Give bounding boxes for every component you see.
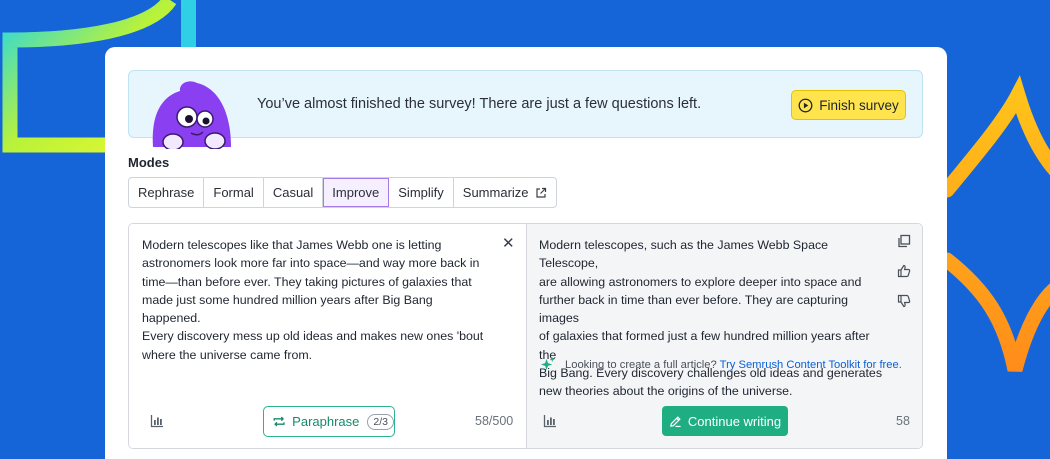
text-line: further back in time than ever before. T…: [539, 292, 849, 326]
copy-icon[interactable]: [897, 234, 913, 251]
paraphrase-count-badge: 2/3: [367, 413, 394, 430]
mode-formal[interactable]: Formal: [204, 178, 264, 207]
pencil-icon: [669, 415, 681, 427]
bar-chart-icon[interactable]: [150, 414, 164, 428]
survey-message: You’ve almost finished the survey! There…: [257, 96, 702, 112]
text-line: new theories about the origins of the un…: [539, 384, 793, 399]
toolkit-prompt-text: Looking to create a full article?: [565, 358, 717, 371]
mode-casual[interactable]: Casual: [263, 178, 324, 207]
output-text[interactable]: Modern telescopes, such as the James Web…: [539, 236, 889, 401]
mode-label: Rephrase: [138, 185, 195, 200]
paraphrase-label: Paraphrase: [292, 414, 360, 429]
toolkit-link[interactable]: Try Semrush Content Toolkit for free.: [720, 359, 902, 371]
thumbs-down-icon[interactable]: [897, 294, 913, 311]
close-icon[interactable]: ✕: [502, 234, 515, 252]
mode-rephrase[interactable]: Rephrase: [129, 178, 205, 207]
repeat-icon: [273, 416, 285, 427]
editor-panel: Modern telescopes like that James Webb o…: [128, 223, 923, 449]
toolkit-promo: Looking to create a full article? Try Se…: [539, 356, 902, 373]
continue-writing-button[interactable]: Continue writing: [662, 406, 788, 436]
thumbs-up-icon[interactable]: [897, 264, 913, 281]
bar-chart-icon[interactable]: [543, 414, 557, 428]
text-line: where the universe came from.: [142, 347, 313, 362]
mode-label: Improve: [332, 185, 380, 200]
mascot-illustration: [152, 81, 231, 149]
text-line: Modern telescopes like that James Webb o…: [142, 238, 442, 252]
toolkit-prompt: Looking to create a full article? Try Se…: [565, 359, 902, 371]
mode-label: Simplify: [398, 185, 444, 200]
output-pane: Modern telescopes, such as the James Web…: [526, 224, 922, 448]
finish-survey-label: Finish survey: [819, 97, 899, 113]
finish-survey-button[interactable]: Finish survey: [791, 90, 906, 120]
text-line: made just some hundred million years aft…: [142, 292, 433, 326]
text-line: Modern telescopes, such as the James Web…: [539, 238, 829, 271]
text-line: time—than before ever. They taking pictu…: [142, 274, 472, 289]
play-circle-icon: [798, 98, 813, 112]
input-pane[interactable]: Modern telescopes like that James Webb o…: [129, 224, 526, 448]
paraphraser-card: You’ve almost finished the survey! There…: [105, 47, 947, 459]
text-line: Every discovery mess up old ideas and ma…: [142, 329, 484, 344]
mode-label: Formal: [213, 185, 254, 200]
mode-improve[interactable]: Improve: [323, 178, 390, 207]
survey-banner: You’ve almost finished the survey! There…: [128, 70, 923, 149]
sparkle-icon: [540, 356, 555, 371]
modes-heading: Modes: [128, 155, 170, 170]
text-line: are allowing astronomers to explore deep…: [539, 274, 862, 289]
external-link-icon: [535, 187, 546, 198]
character-count: 58/500: [475, 414, 514, 428]
mode-simplify[interactable]: Simplify: [389, 178, 454, 207]
input-text[interactable]: Modern telescopes like that James Webb o…: [142, 236, 487, 364]
continue-writing-label: Continue writing: [687, 413, 782, 429]
paraphrase-button[interactable]: Paraphrase 2/3: [263, 406, 395, 437]
text-line: astronomers look more far into space—and…: [142, 256, 480, 271]
mode-summarize[interactable]: Summarize: [453, 178, 556, 207]
output-actions: [897, 234, 913, 311]
mode-label: Casual: [272, 185, 314, 200]
mode-label: Summarize: [462, 185, 529, 200]
modes-tabs: Rephrase Formal Casual Improve Simplify …: [128, 177, 557, 208]
word-count: 58: [896, 414, 910, 428]
